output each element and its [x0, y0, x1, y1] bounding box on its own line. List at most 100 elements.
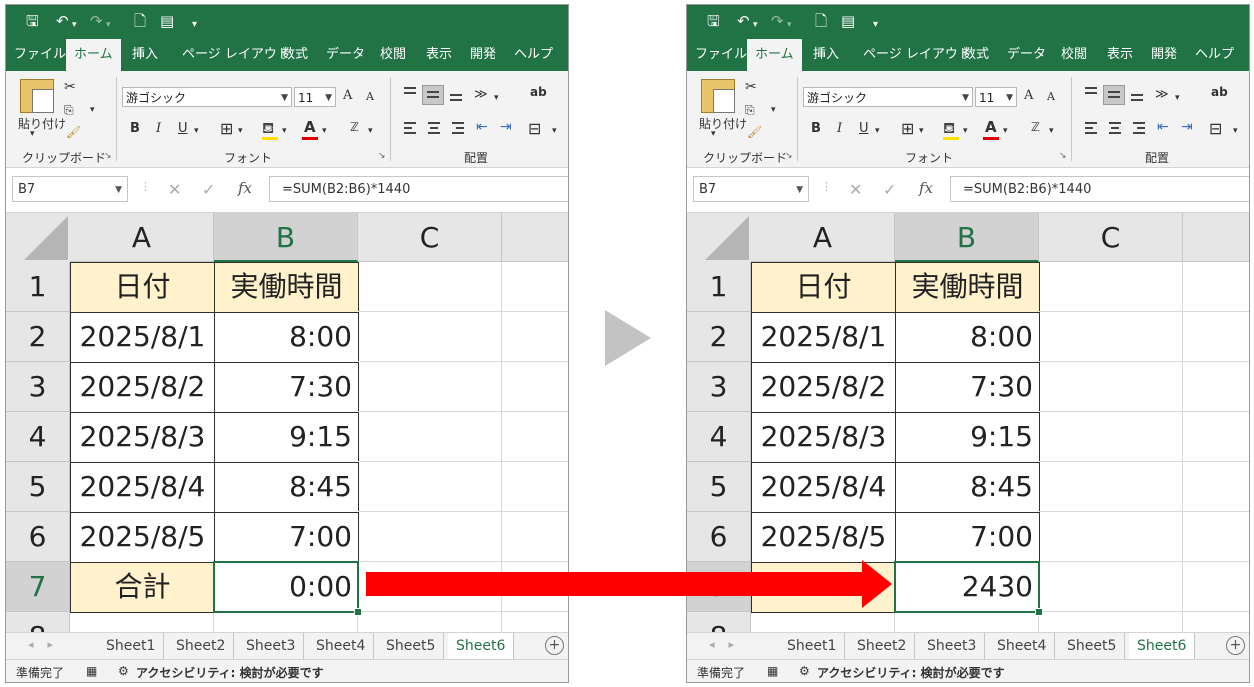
align-top-icon[interactable] [1083, 85, 1101, 99]
italic-button[interactable]: I [156, 121, 161, 136]
undo-icon[interactable]: ↶ [56, 12, 69, 30]
cell-empty[interactable] [1183, 262, 1249, 312]
align-bottom-icon[interactable] [448, 85, 466, 103]
decrease-indent-icon[interactable]: ⇤ [1157, 119, 1169, 135]
tab-1[interactable]: ホーム [747, 39, 802, 71]
cell-empty[interactable] [502, 412, 568, 462]
sheet-tab-6[interactable]: Sheet6 [1129, 633, 1196, 661]
shrink-font-button[interactable]: A [1047, 90, 1055, 103]
wrap-text-icon[interactable]: ab [1211, 85, 1228, 99]
tab-3[interactable]: ページ レイアウト [182, 39, 290, 71]
borders-icon[interactable]: ⊞ [901, 119, 914, 138]
tab-4[interactable]: 数式 [282, 39, 308, 71]
accessibility-icon[interactable]: ⚙ [118, 664, 129, 678]
cell-empty[interactable] [358, 362, 502, 412]
cell-B1[interactable]: 実働時間 [214, 262, 359, 313]
cell-empty[interactable] [502, 512, 568, 562]
accessibility-status[interactable]: アクセシビリティ: 検討が必要です [136, 664, 324, 681]
fill-handle[interactable] [354, 608, 362, 616]
paste-label[interactable]: 貼り付け [18, 115, 66, 132]
copy-dropdown-icon[interactable]: ▾ [771, 105, 776, 115]
cell-B2[interactable]: 8:00 [895, 312, 1040, 363]
select-all-corner[interactable] [687, 213, 752, 263]
row-header-3[interactable]: 3 [687, 362, 751, 412]
cell-B4[interactable]: 9:15 [214, 412, 359, 463]
row-header-2[interactable]: 2 [6, 312, 70, 362]
name-box[interactable]: B7 ▼ [12, 176, 128, 202]
align-middle-icon[interactable] [422, 85, 444, 105]
cell-empty[interactable] [1183, 362, 1249, 412]
tab-4[interactable]: 数式 [963, 39, 989, 71]
format-painter-icon[interactable]: 🖌 [747, 125, 762, 139]
cell-A2[interactable]: 2025/8/1 [751, 312, 896, 363]
wrap-text-icon[interactable]: ab [530, 85, 547, 99]
align-center-icon[interactable] [426, 119, 444, 135]
cell-empty[interactable] [358, 462, 502, 512]
row-header-1[interactable]: 1 [6, 262, 70, 312]
undo-icon[interactable]: ↶ [737, 12, 750, 30]
select-all-corner[interactable] [6, 213, 71, 263]
font-launcher-icon[interactable]: ↘ [1059, 151, 1067, 161]
redo-icon[interactable]: ↷ [771, 12, 784, 30]
cell-empty[interactable] [358, 312, 502, 362]
cell-B5[interactable]: 8:45 [895, 462, 1040, 513]
sheet-nav-arrows-icon[interactable]: ◂▸ [709, 638, 748, 651]
phonetic-icon[interactable]: ℤ [1031, 120, 1040, 134]
row-header-4[interactable]: 4 [687, 412, 751, 462]
cell-B7[interactable]: 2430 [895, 562, 1040, 613]
tab-3[interactable]: ページ レイアウト [863, 39, 971, 71]
align-left-icon[interactable] [402, 119, 420, 135]
sheet-tab-1[interactable]: Sheet1 [98, 633, 165, 659]
column-header-B[interactable]: B [214, 213, 358, 262]
increase-indent-icon[interactable]: ⇥ [1181, 119, 1193, 135]
align-top-icon[interactable] [402, 85, 420, 99]
decrease-indent-icon[interactable]: ⇤ [476, 119, 488, 135]
tab-9[interactable]: ヘルプ [1195, 39, 1234, 71]
row-header-7[interactable]: 7 [6, 562, 70, 612]
row-header-5[interactable]: 5 [687, 462, 751, 512]
italic-button[interactable]: I [837, 121, 842, 136]
formula-input[interactable]: =SUM(B2:B6)*1440 [950, 176, 1249, 202]
borders-dropdown-icon[interactable]: ▾ [919, 126, 924, 136]
redo-dropdown-icon[interactable]: ▾ [106, 16, 111, 34]
cell-empty[interactable] [502, 462, 568, 512]
column-header-A[interactable]: A [751, 213, 895, 262]
save-icon[interactable]: 🖫 [707, 12, 720, 30]
sheet-nav-arrows-icon[interactable]: ◂▸ [28, 638, 67, 651]
align-right-icon[interactable] [1131, 119, 1149, 135]
copy-dropdown-icon[interactable]: ▾ [90, 105, 95, 115]
underline-dropdown-icon[interactable]: ▾ [194, 126, 199, 136]
align-left-icon[interactable] [1083, 119, 1101, 135]
tab-7[interactable]: 表示 [1107, 39, 1133, 71]
shrink-font-button[interactable]: A [366, 90, 374, 103]
cell-A6[interactable]: 2025/8/5 [70, 512, 215, 563]
accessibility-status[interactable]: アクセシビリティ: 検討が必要です [817, 664, 1005, 681]
column-header-partial[interactable] [502, 213, 568, 262]
orientation-icon[interactable]: ≫ [1155, 87, 1169, 102]
paste-dropdown-icon[interactable]: ▾ [30, 129, 35, 139]
cell-A5[interactable]: 2025/8/4 [751, 462, 896, 513]
form-icon[interactable]: ▤ [841, 12, 855, 30]
column-header-B[interactable]: B [895, 213, 1039, 262]
cell-empty[interactable] [1039, 312, 1183, 362]
cell-A3[interactable]: 2025/8/2 [751, 362, 896, 413]
font-color-icon[interactable]: A [304, 118, 316, 136]
grow-font-button[interactable]: A [1024, 88, 1033, 103]
borders-icon[interactable]: ⊞ [220, 119, 233, 138]
cell-empty[interactable] [1183, 412, 1249, 462]
tab-2[interactable]: 挿入 [813, 39, 839, 71]
cell-B3[interactable]: 7:30 [895, 362, 1040, 413]
cell-empty[interactable] [1039, 412, 1183, 462]
enter-icon[interactable]: ✓ [202, 180, 215, 199]
cell-empty[interactable] [358, 412, 502, 462]
row-header-6[interactable]: 6 [687, 512, 751, 562]
cell-B7[interactable]: 0:00 [214, 562, 359, 613]
fill-handle[interactable] [1035, 608, 1043, 616]
phonetic-dropdown-icon[interactable]: ▾ [368, 126, 373, 136]
font-name-combo[interactable]: 游ゴシック ▼ [803, 87, 973, 107]
cell-B6[interactable]: 7:00 [214, 512, 359, 563]
row-header-6[interactable]: 6 [6, 512, 70, 562]
orientation-icon[interactable]: ≫ [474, 87, 488, 102]
sheet-tab-6[interactable]: Sheet6 [448, 633, 515, 661]
cancel-icon[interactable]: ✕ [849, 180, 862, 199]
